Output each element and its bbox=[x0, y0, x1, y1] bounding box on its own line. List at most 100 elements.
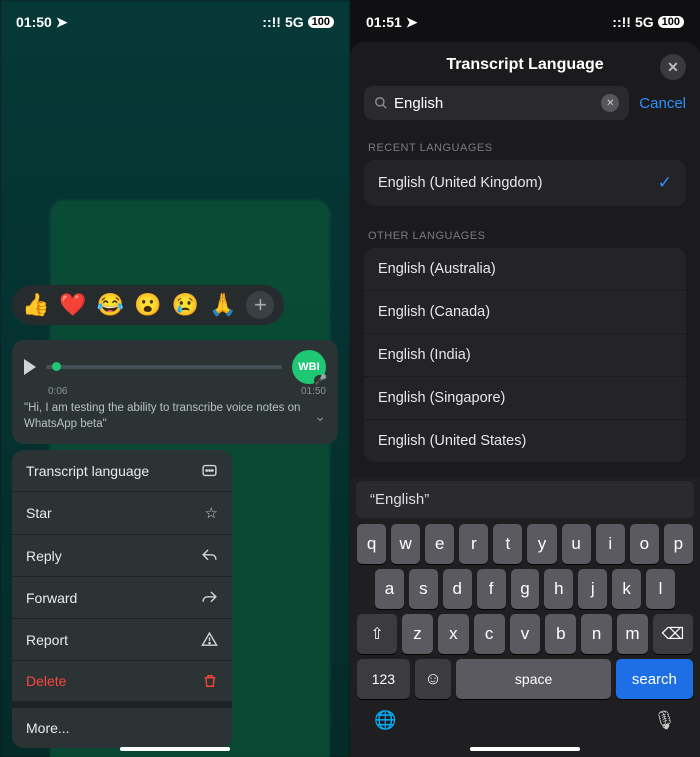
status-time: 01:51 bbox=[366, 14, 402, 30]
voice-note[interactable]: WBI 🎤 0:06 01:50 "Hi, I am testing the a… bbox=[12, 340, 338, 444]
voice-duration: 01:50 bbox=[301, 386, 326, 397]
menu-more[interactable]: More... bbox=[12, 708, 232, 748]
recent-header: RECENT LANGUAGES bbox=[368, 142, 682, 154]
key-r[interactable]: r bbox=[459, 524, 488, 564]
key-space[interactable]: space bbox=[456, 659, 610, 699]
key-b[interactable]: b bbox=[545, 614, 576, 654]
other-header: OTHER LANGUAGES bbox=[368, 230, 682, 242]
lang-en-sg[interactable]: English (Singapore) bbox=[364, 377, 686, 420]
home-indicator[interactable] bbox=[120, 747, 230, 751]
key-123[interactable]: 123 bbox=[357, 659, 410, 699]
lang-en-us[interactable]: English (United States) bbox=[364, 420, 686, 462]
reaction-wow[interactable]: 😮 bbox=[134, 292, 161, 318]
voice-transcript: "Hi, I am testing the ability to transcr… bbox=[24, 401, 306, 432]
check-icon: ✓ bbox=[658, 173, 672, 193]
reaction-laugh[interactable]: 😂 bbox=[97, 292, 124, 318]
key-a[interactable]: a bbox=[375, 569, 404, 609]
key-search[interactable]: search bbox=[616, 659, 693, 699]
key-h[interactable]: h bbox=[544, 569, 573, 609]
reaction-thumbs-up[interactable]: 👍 bbox=[22, 292, 49, 318]
menu-reply[interactable]: Reply bbox=[12, 535, 232, 577]
trash-icon bbox=[202, 673, 218, 689]
key-j[interactable]: j bbox=[578, 569, 607, 609]
key-emoji[interactable]: ☺ bbox=[415, 659, 452, 699]
key-z[interactable]: z bbox=[402, 614, 433, 654]
status-time: 01:50 bbox=[16, 14, 52, 30]
reply-icon bbox=[201, 547, 218, 564]
voice-track[interactable] bbox=[46, 365, 282, 369]
key-m[interactable]: m bbox=[617, 614, 648, 654]
right-screenshot: 01:51 ➤ ::!! 5G 100 Transcript Language … bbox=[350, 0, 700, 757]
play-icon[interactable] bbox=[24, 359, 36, 375]
key-c[interactable]: c bbox=[474, 614, 505, 654]
transcript-icon bbox=[201, 462, 218, 479]
menu-forward[interactable]: Forward bbox=[12, 577, 232, 619]
close-icon: ✕ bbox=[667, 59, 679, 76]
battery-indicator: 100 bbox=[308, 16, 334, 28]
reaction-heart[interactable]: ❤️ bbox=[59, 292, 86, 318]
signal-icon: ::!! bbox=[262, 14, 281, 30]
chevron-down-icon[interactable]: ⌄ bbox=[314, 408, 326, 425]
key-o[interactable]: o bbox=[630, 524, 659, 564]
location-icon: ➤ bbox=[56, 14, 68, 31]
keyboard-suggestion[interactable]: “English” bbox=[356, 481, 694, 518]
key-shift[interactable]: ⇧ bbox=[357, 614, 397, 654]
key-u[interactable]: u bbox=[562, 524, 591, 564]
key-i[interactable]: i bbox=[596, 524, 625, 564]
key-q[interactable]: q bbox=[357, 524, 386, 564]
key-t[interactable]: t bbox=[493, 524, 522, 564]
recent-languages: English (United Kingdom) ✓ bbox=[364, 160, 686, 206]
key-g[interactable]: g bbox=[511, 569, 540, 609]
clear-search-icon[interactable]: ✕ bbox=[601, 94, 619, 112]
search-input[interactable] bbox=[394, 95, 595, 112]
close-button[interactable]: ✕ bbox=[660, 54, 686, 80]
context-menu: Transcript language Star ☆ Reply Forward… bbox=[12, 450, 232, 748]
search-box[interactable]: ✕ bbox=[364, 86, 629, 120]
key-n[interactable]: n bbox=[581, 614, 612, 654]
key-e[interactable]: e bbox=[425, 524, 454, 564]
other-languages: English (Australia) English (Canada) Eng… bbox=[364, 248, 686, 462]
reaction-sad[interactable]: 😢 bbox=[172, 292, 199, 318]
search-icon bbox=[374, 96, 388, 110]
key-x[interactable]: x bbox=[438, 614, 469, 654]
menu-report[interactable]: Report bbox=[12, 619, 232, 661]
warning-icon bbox=[201, 631, 218, 648]
menu-transcript-language[interactable]: Transcript language bbox=[12, 450, 232, 492]
key-w[interactable]: w bbox=[391, 524, 420, 564]
reaction-pray[interactable]: 🙏 bbox=[209, 292, 236, 318]
key-backspace[interactable]: ⌫ bbox=[653, 614, 693, 654]
key-k[interactable]: k bbox=[612, 569, 641, 609]
mic-icon: 🎤 bbox=[314, 375, 328, 386]
location-icon: ➤ bbox=[406, 14, 418, 31]
menu-star[interactable]: Star ☆ bbox=[12, 492, 232, 535]
key-y[interactable]: y bbox=[527, 524, 556, 564]
network-label: 5G bbox=[285, 14, 304, 30]
key-s[interactable]: s bbox=[409, 569, 438, 609]
battery-indicator: 100 bbox=[658, 16, 684, 28]
status-bar: 01:50 ➤ ::!! 5G 100 bbox=[0, 0, 350, 38]
globe-icon[interactable]: 🌐 bbox=[374, 710, 396, 731]
reaction-add-icon[interactable]: + bbox=[246, 291, 274, 319]
lang-en-ca[interactable]: English (Canada) bbox=[364, 291, 686, 334]
lang-en-in[interactable]: English (India) bbox=[364, 334, 686, 377]
status-bar: 01:51 ➤ ::!! 5G 100 bbox=[350, 0, 700, 38]
reaction-bar: 👍 ❤️ 😂 😮 😢 🙏 + bbox=[12, 285, 284, 325]
key-l[interactable]: l bbox=[646, 569, 675, 609]
sheet-title: Transcript Language bbox=[446, 56, 603, 73]
signal-icon: ::!! bbox=[612, 14, 631, 30]
voice-elapsed: 0:06 bbox=[48, 386, 67, 397]
sender-avatar: WBI 🎤 bbox=[292, 350, 326, 384]
key-v[interactable]: v bbox=[510, 614, 541, 654]
lang-en-au[interactable]: English (Australia) bbox=[364, 248, 686, 291]
keyboard: “English” q w e r t y u i o p a s d f g … bbox=[350, 477, 700, 757]
home-indicator[interactable] bbox=[470, 747, 580, 751]
lang-en-uk[interactable]: English (United Kingdom) ✓ bbox=[364, 160, 686, 206]
star-icon: ☆ bbox=[205, 504, 218, 522]
key-f[interactable]: f bbox=[477, 569, 506, 609]
key-p[interactable]: p bbox=[664, 524, 693, 564]
key-d[interactable]: d bbox=[443, 569, 472, 609]
dictation-icon[interactable]: 🎙 bbox=[653, 710, 676, 731]
cancel-button[interactable]: Cancel bbox=[639, 95, 686, 112]
menu-delete[interactable]: Delete bbox=[12, 661, 232, 702]
left-screenshot: 01:50 ➤ ::!! 5G 100 👍 ❤️ 😂 😮 😢 🙏 + WBI 🎤… bbox=[0, 0, 350, 757]
